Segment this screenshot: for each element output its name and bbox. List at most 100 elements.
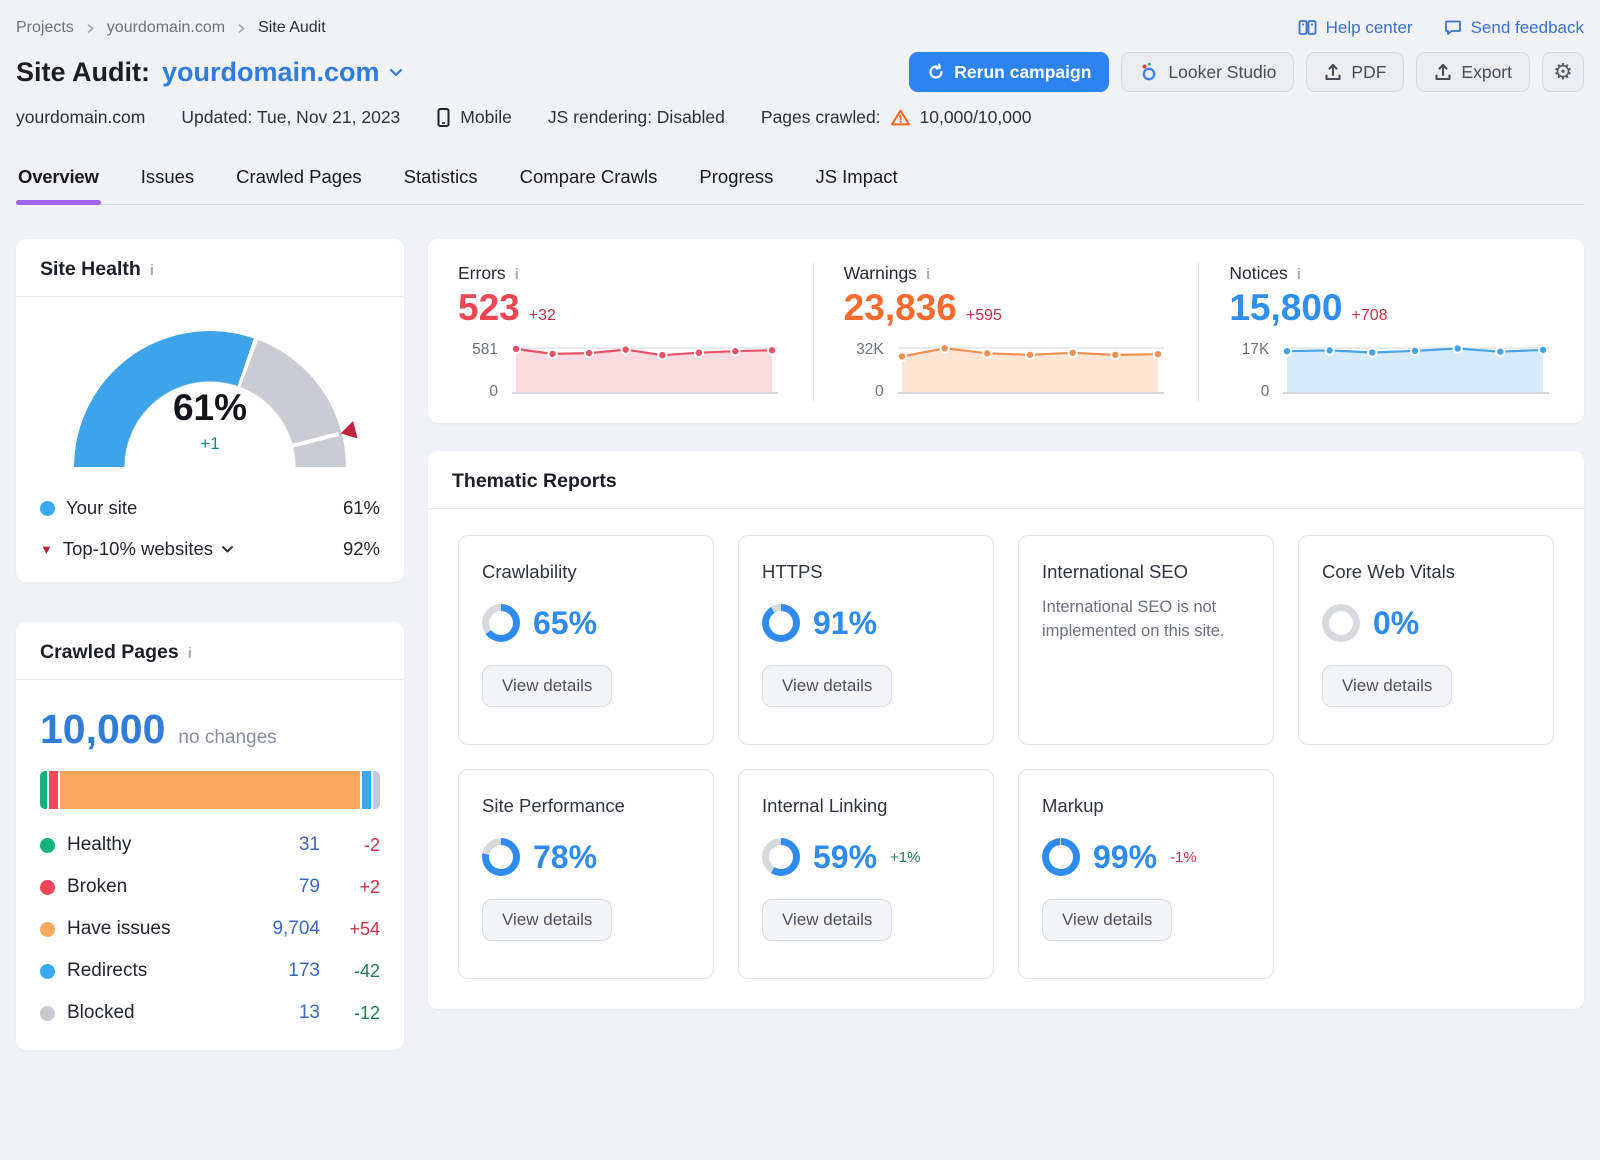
y-max-label: 581 [472, 341, 498, 358]
crawled-row-value[interactable]: 173 [288, 960, 320, 982]
top10-value: 92% [342, 538, 380, 559]
info-icon[interactable]: i [1297, 265, 1301, 282]
info-icon[interactable]: i [188, 644, 192, 661]
tab-crawled-pages[interactable]: Crawled Pages [234, 158, 363, 204]
thematic-card-value: 65% [533, 604, 598, 641]
site-health-score: 61% [172, 387, 248, 428]
notices-sparkline [1282, 343, 1550, 394]
view-details-button[interactable]: View details [1322, 665, 1453, 707]
warnings-value: 23,836 [843, 287, 957, 328]
campaign-meta-row: yourdomain.com Updated: Tue, Nov 21, 202… [16, 107, 1584, 128]
tab-progress[interactable]: Progress [697, 158, 775, 204]
thematic-card-core-web-vitals: Core Web Vitals 0% View details [1298, 535, 1554, 745]
thematic-reports-card: Thematic Reports Crawlability 65% View det… [428, 451, 1584, 1009]
thematic-card-title: HTTPS [762, 561, 823, 582]
y-axis-labels: 581 0 [458, 339, 498, 401]
bar-segment-broken [49, 771, 58, 809]
notices-value: 15,800 [1229, 287, 1343, 328]
breadcrumb-item-projects[interactable]: Projects [16, 19, 74, 37]
crawled-row-label: Healthy [67, 834, 132, 855]
top10-label[interactable]: Top-10% websites [63, 538, 213, 560]
pdf-button[interactable]: PDF [1306, 52, 1405, 92]
export-button[interactable]: Export [1416, 52, 1530, 92]
crawled-row-label: Blocked [67, 1002, 135, 1023]
meta-updated: Updated: Tue, Nov 21, 2023 [181, 107, 401, 127]
thematic-value-row: 65% [482, 604, 690, 642]
thematic-card-delta: +1% [890, 848, 921, 866]
meta-pages-crawled: Pages crawled: 10,000/10,000 [761, 107, 1032, 128]
thematic-card-title: Core Web Vitals [1322, 561, 1455, 582]
dot-icon-redirects [40, 963, 55, 979]
warning-icon [890, 108, 911, 127]
donut-chart [1322, 604, 1360, 642]
metric-value-row: 15,800 +708 [1229, 287, 1554, 329]
view-details-button[interactable]: View details [762, 665, 893, 707]
thematic-card-markup: Markup 99% -1% View details [1018, 769, 1274, 979]
metric-label-row: Warnings i [844, 263, 1169, 284]
dot-icon-healthy [40, 837, 55, 853]
info-icon[interactable]: i [515, 265, 519, 282]
rerun-campaign-label: Rerun campaign [954, 61, 1092, 82]
mobile-icon [436, 107, 451, 128]
y-max-label: 17K [1241, 341, 1270, 358]
domain-dropdown-label: yourdomain.com [162, 56, 380, 87]
view-details-button[interactable]: View details [482, 665, 613, 707]
thematic-card-international-seo: International SEO International SEO is no… [1018, 535, 1274, 745]
donut-chart [482, 604, 520, 642]
info-icon[interactable]: i [926, 265, 930, 282]
dot-icon-broken [40, 879, 55, 895]
tab-compare-crawls[interactable]: Compare Crawls [518, 158, 660, 204]
crawled-pages-rows: Healthy 31 -2 Broken 79 +2 Have issues 9,704 +54… [40, 834, 380, 1024]
meta-device-label: Mobile [460, 107, 512, 127]
settings-button[interactable]: ⚙ [1542, 52, 1584, 92]
tabs: Overview Issues Crawled Pages Statistics Com… [16, 158, 1584, 205]
tab-overview[interactable]: Overview [16, 158, 101, 205]
y-min-label: 0 [875, 383, 884, 400]
crawled-row-value[interactable]: 9,704 [272, 918, 320, 940]
crawled-row-label: Broken [67, 876, 128, 897]
looker-studio-button[interactable]: Looker Studio [1121, 52, 1295, 92]
crawled-row-value[interactable]: 79 [299, 876, 320, 898]
crawled-row-value[interactable]: 31 [299, 834, 320, 856]
crawled-pages-title: Crawled Pages [40, 641, 179, 663]
notices-label: Notices [1229, 263, 1288, 283]
title-bar: Site Audit: yourdomain.com Rerun campaig… [16, 52, 1584, 92]
looker-studio-icon [1139, 61, 1159, 83]
errors-label: Errors [458, 263, 506, 283]
errors-value: 523 [458, 287, 520, 328]
crawled-pages-bar [40, 771, 380, 809]
domain-dropdown[interactable]: yourdomain.com [162, 57, 403, 88]
your-site-value: 61% [342, 497, 380, 518]
info-icon[interactable]: i [150, 261, 154, 278]
rerun-icon [927, 63, 945, 81]
view-details-button[interactable]: View details [762, 899, 893, 941]
thematic-card-title: Crawlability [482, 561, 577, 582]
y-min-label: 0 [1260, 383, 1270, 400]
thematic-card-crawlability: Crawlability 65% View details [458, 535, 714, 745]
upload-icon [1434, 63, 1452, 82]
meta-device: Mobile [436, 107, 512, 128]
thematic-card-value: 78% [533, 838, 598, 875]
crawled-row-value[interactable]: 13 [299, 1002, 320, 1024]
tab-js-impact[interactable]: JS Impact [813, 158, 899, 204]
breadcrumb-item-domain[interactable]: yourdomain.com [107, 19, 225, 37]
rerun-campaign-button[interactable]: Rerun campaign [909, 52, 1110, 92]
breadcrumb-item-site-audit: Site Audit [258, 19, 326, 36]
bar-segment-healthy [40, 771, 47, 809]
dot-icon-blocked [40, 1005, 55, 1021]
pdf-label: PDF [1351, 61, 1387, 82]
donut-chart [482, 838, 520, 876]
warnings-label: Warnings [843, 263, 917, 283]
chevron-down-icon[interactable] [221, 545, 234, 554]
help-center-link[interactable]: Help center [1297, 18, 1413, 38]
crawled-row-blocked: Blocked 13 -12 [40, 1002, 380, 1024]
export-label: Export [1461, 61, 1512, 82]
send-feedback-link[interactable]: Send feedback [1443, 18, 1584, 38]
overview-content: Site Health i 61% +1 Your site 61% ▼ Top… [16, 239, 1584, 1050]
thematic-card-title: Site Performance [482, 795, 625, 816]
view-details-button[interactable]: View details [482, 899, 613, 941]
book-icon [1297, 18, 1318, 38]
view-details-button[interactable]: View details [1042, 899, 1173, 941]
tab-issues[interactable]: Issues [139, 158, 196, 204]
tab-statistics[interactable]: Statistics [402, 158, 480, 204]
